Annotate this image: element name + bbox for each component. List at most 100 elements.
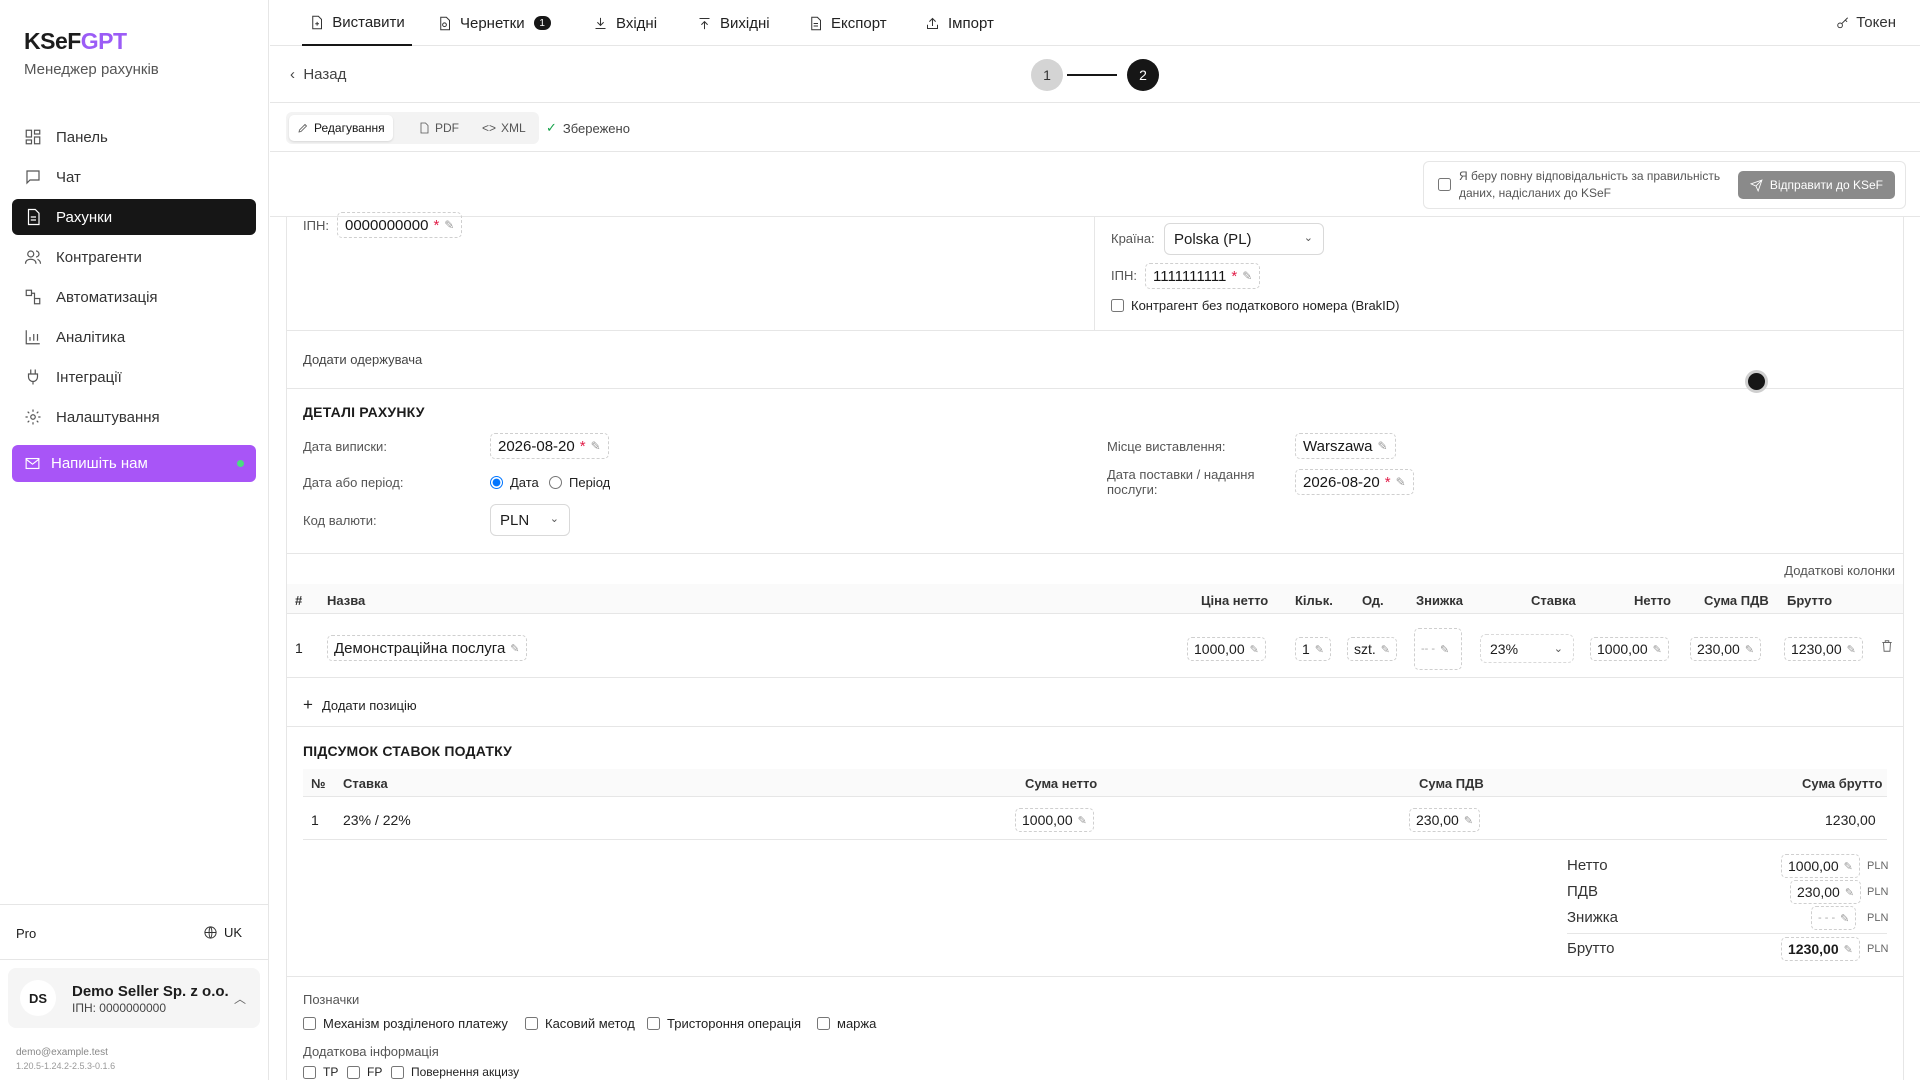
flag-margin-checkbox[interactable] <box>817 1017 830 1030</box>
flag-label: FP <box>367 1065 383 1079</box>
flag-tp-checkbox[interactable] <box>303 1065 316 1079</box>
sidebar-item-label: Чат <box>56 168 81 186</box>
item-net-price-field[interactable]: 1000,00 ✎ <box>1187 637 1266 661</box>
item-gross-field[interactable]: 1230,00 ✎ <box>1784 637 1863 661</box>
extra-info-title: Додаткова інформація <box>303 1044 439 1059</box>
back-label: Назад <box>303 66 347 83</box>
total-net-label: Нетто <box>1567 857 1608 874</box>
buyer-no-tax-id-option[interactable]: Контрагент без податкового номера (BrakI… <box>1111 298 1400 313</box>
back-button[interactable]: ‹ Назад <box>290 66 346 83</box>
total-net-field[interactable]: 1000,00 ✎ <box>1781 854 1860 878</box>
period-radio-option[interactable]: Період <box>549 475 610 490</box>
item-unit-field[interactable]: szt. ✎ <box>1347 637 1397 661</box>
dashboard-icon <box>25 129 41 145</box>
tab-incoming[interactable]: Вхідні <box>593 0 657 46</box>
write-us-button[interactable]: Напишіть нам <box>12 445 256 482</box>
buyer-country-select[interactable]: Polska (PL) ⌄ <box>1164 223 1324 255</box>
delete-row-button[interactable] <box>1880 639 1894 657</box>
mode-pdf-button[interactable]: PDF <box>418 115 459 141</box>
flag-fp-checkbox[interactable] <box>347 1065 360 1079</box>
send-icon <box>1749 178 1763 192</box>
flag-triangular-checkbox[interactable] <box>647 1017 660 1030</box>
mode-pdf-label: PDF <box>435 121 459 135</box>
flag-margin[interactable]: маржа <box>817 1016 876 1031</box>
delivery-date-field[interactable]: 2026-08-20 * ✎ <box>1295 469 1414 495</box>
sidebar-item-automation[interactable]: Автоматизація <box>12 279 256 315</box>
item-rate-select[interactable]: 23% ⌄ <box>1480 634 1574 663</box>
period-radio[interactable] <box>549 476 562 489</box>
key-icon <box>1837 16 1849 28</box>
buyer-country-label: Країна: <box>1111 231 1155 246</box>
flag-fp[interactable]: FP <box>347 1065 382 1079</box>
total-discount-field[interactable]: - - - ✎ <box>1811 906 1857 930</box>
language-switch[interactable]: UK <box>203 925 242 940</box>
flag-cash-method[interactable]: Касовий метод <box>525 1016 635 1031</box>
issue-date-field[interactable]: 2026-08-20 * ✎ <box>490 433 609 459</box>
total-gross-value: 1230,00 <box>1788 941 1839 957</box>
extra-columns-button[interactable]: Додаткові колонки <box>1784 563 1895 578</box>
item-vat-field[interactable]: 230,00 ✎ <box>1690 637 1762 661</box>
invoice-icon <box>27 208 40 226</box>
sidebar-item-invoices[interactable]: Рахунки <box>12 199 256 235</box>
tab-drafts[interactable]: Чернетки 1 <box>437 0 551 46</box>
record-indicator[interactable] <box>1745 370 1768 393</box>
sidebar-item-settings[interactable]: Налаштування <box>12 399 256 435</box>
item-name-field[interactable]: Демонстраційна послуга ✎ <box>327 635 527 661</box>
required-marker: * <box>579 437 586 455</box>
item-discount-field[interactable]: -- - ✎ <box>1414 628 1462 670</box>
col-rate: Ставка <box>1531 593 1576 608</box>
seller-nip-field[interactable]: 0000000000 * ✎ <box>337 212 463 238</box>
flag-cash-method-checkbox[interactable] <box>525 1017 538 1030</box>
send-to-ksef-button[interactable]: Відправити до KSeF <box>1737 171 1895 199</box>
tax-net-field[interactable]: 1000,00 ✎ <box>1015 808 1094 832</box>
tab-outgoing[interactable]: Вихідні <box>697 0 770 46</box>
sidebar-item-chat[interactable]: Чат <box>12 159 256 195</box>
tab-import[interactable]: Імпорт <box>925 0 994 46</box>
flag-triangular[interactable]: Тристороння операція <box>647 1016 801 1031</box>
divider <box>287 976 1903 977</box>
flag-excise-refund-checkbox[interactable] <box>391 1065 404 1079</box>
date-radio-option[interactable]: Дата <box>490 475 539 490</box>
token-button[interactable]: Токен <box>1836 14 1896 31</box>
tax-row-num: 1 <box>311 812 319 828</box>
sidebar-item-label: Рахунки <box>56 208 113 226</box>
buyer-no-tax-id-checkbox[interactable] <box>1111 299 1124 312</box>
mode-edit-button[interactable]: Редагування <box>289 115 393 141</box>
consent-checkbox[interactable] <box>1438 178 1451 191</box>
item-net-field[interactable]: 1000,00 ✎ <box>1590 637 1669 661</box>
drafts-count-badge: 1 <box>533 16 551 30</box>
account-switcher[interactable]: DS Demo Seller Sp. z o.o. ІПН: 000000000… <box>8 968 260 1028</box>
flag-excise-refund[interactable]: Повернення акцизу <box>391 1065 519 1079</box>
tax-vat-field[interactable]: 230,00 ✎ <box>1409 808 1481 832</box>
tab-issue[interactable]: Виставити <box>302 0 412 46</box>
flag-split-payment-checkbox[interactable] <box>303 1017 316 1030</box>
add-position-button[interactable]: + Додати позицію <box>303 695 417 715</box>
flag-label: TP <box>323 1065 339 1079</box>
step-1[interactable]: 1 <box>1031 59 1063 91</box>
save-status-label: Збережено <box>562 120 630 136</box>
total-discount-value: - - - <box>1818 912 1836 924</box>
date-radio[interactable] <box>490 476 503 489</box>
total-gross-field[interactable]: 1230,00 ✎ <box>1781 937 1860 961</box>
pencil-icon: ✎ <box>1395 475 1406 489</box>
currency-select[interactable]: PLN ⌄ <box>490 504 570 536</box>
total-gross-label: Брутто <box>1567 940 1615 957</box>
sidebar-item-integrations[interactable]: Інтеграції <box>12 359 256 395</box>
step-2[interactable]: 2 <box>1127 59 1159 91</box>
sidebar-item-dashboard[interactable]: Панель <box>12 119 256 155</box>
app-logo[interactable]: KSeFGPT <box>24 28 127 55</box>
flag-split-payment[interactable]: Механізм розділеного платежу <box>303 1016 508 1031</box>
place-field[interactable]: Warszawa ✎ <box>1295 433 1396 459</box>
total-vat-field[interactable]: 230,00 ✎ <box>1790 880 1862 904</box>
tab-export[interactable]: Експорт <box>808 0 887 46</box>
issue-date-label: Дата виписки: <box>303 439 387 454</box>
mode-xml-button[interactable]: <> XML <box>482 115 526 141</box>
flag-tp[interactable]: TP <box>303 1065 338 1079</box>
add-recipient-button[interactable]: Додати одержувача <box>303 352 422 367</box>
pencil-icon <box>298 123 308 133</box>
divider <box>287 553 1903 554</box>
buyer-nip-field[interactable]: 1111111111 * ✎ <box>1145 263 1261 289</box>
sidebar-item-contractors[interactable]: Контрагенти <box>12 239 256 275</box>
sidebar-item-analytics[interactable]: Аналітика <box>12 319 256 355</box>
item-qty-field[interactable]: 1 ✎ <box>1295 637 1332 661</box>
